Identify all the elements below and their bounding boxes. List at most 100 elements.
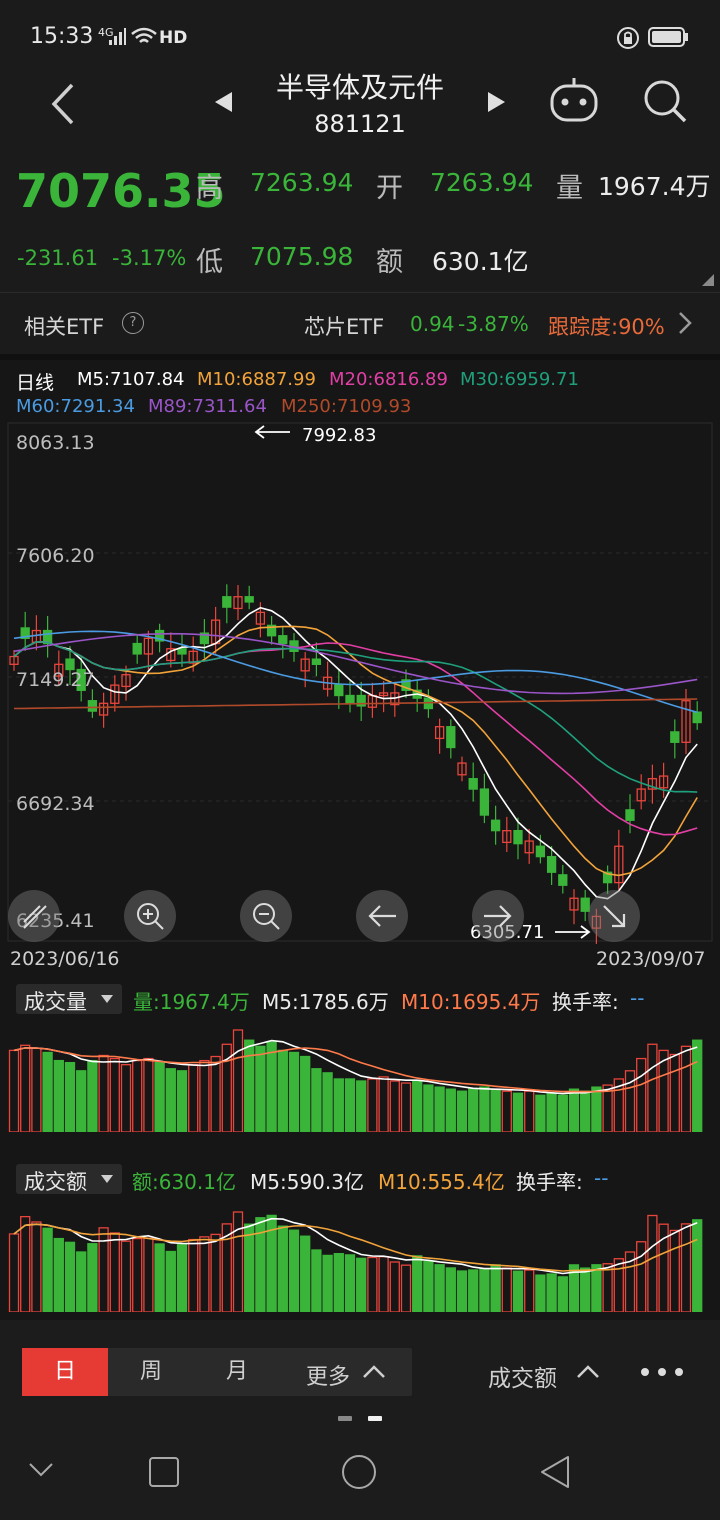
volume-bar [344,1254,356,1312]
volume-bar [120,1064,132,1132]
hd-badge: HD [159,28,188,48]
volume-bar [154,1243,165,1312]
scroll-right-button[interactable] [472,890,524,942]
volume-bar [501,1267,512,1312]
candle-body [334,684,344,697]
volume-selector[interactable]: 成交量 [16,984,122,1014]
tab-day[interactable]: 日 [22,1348,108,1396]
candle-body [490,819,501,832]
candle-body [535,845,546,858]
zoom-in-icon [137,903,164,930]
y-label-3: 7149.27 [16,669,95,691]
y-label-4: 6692.34 [16,793,95,815]
indicator-selector[interactable]: 成交额 [480,1348,610,1396]
volume-bar [580,1267,591,1312]
volume-bar [311,1249,322,1312]
volume-bar [277,1225,288,1312]
nav-back-icon[interactable] [538,1454,572,1490]
nav-recents-icon[interactable] [148,1456,180,1488]
search-icon[interactable] [642,78,688,124]
battery-icon [648,27,688,47]
wifi-icon [131,27,157,43]
nav-hide-icon[interactable] [28,1460,54,1480]
page-title: 半导体及元件 [275,71,444,104]
zoom-out-button[interactable] [240,890,292,942]
prev-stock-icon[interactable] [212,90,234,114]
volume-bar [669,1229,680,1312]
volume-bar [232,1029,244,1132]
tab-week[interactable]: 周 [108,1348,194,1396]
y-label-2: 7606.20 [16,545,95,567]
chevron-up-icon [577,1365,599,1378]
volume-value: 1967.4万 [598,172,711,201]
chevron-right-icon[interactable] [678,311,692,335]
volume-bar [389,1261,400,1312]
ma-line [13,625,698,877]
volume-bar [669,1053,680,1132]
collapse-button[interactable] [8,890,60,942]
scroll-left-button[interactable] [356,890,408,942]
volume-bar [20,1044,31,1132]
volume-bar [53,1237,64,1312]
volume-bar [199,1059,210,1132]
volume-bar [434,1086,445,1132]
candle-body [546,855,557,873]
volume-bar [692,1039,703,1132]
candle-body [558,874,568,886]
open-label: 开 [376,173,403,204]
info-icon[interactable]: ? [122,312,144,334]
related-etf-row[interactable]: 相关ETF ? 芯片ETF 0.94 -3.87% 跟踪度:90% [0,292,720,355]
volume-bar [210,1055,221,1132]
volume-bar [8,1233,20,1312]
volume-bar [244,1039,255,1132]
quote-panel: 7076.35 高 7263.94 开 7263.94 量 1967.4万 -2… [0,150,720,292]
candle-body [132,642,142,655]
volume-turnover-value: -- [630,986,645,1010]
volume-bar [109,1057,120,1132]
volume-bar-chart [8,1029,703,1132]
volume-bar [333,1253,344,1312]
expand-corner-icon[interactable] [702,274,714,286]
low-label: 低 [196,247,223,278]
volume-bar [132,1059,143,1132]
caret-down-icon [101,1175,113,1183]
volume-bar [20,1215,31,1312]
volume-bar [490,1088,501,1132]
volume-bar [266,1041,277,1132]
volume-bar [613,1258,624,1312]
more-options-icon[interactable] [638,1364,686,1380]
volume-bar [244,1223,255,1312]
related-etf-label: 相关ETF [24,315,105,339]
candlestick-chart[interactable] [0,420,720,950]
amount-selector-label: 成交额 [24,1170,87,1194]
etf-change: -3.87% [458,312,529,336]
volume-ma-line [13,1039,698,1095]
etf-name[interactable]: 芯片ETF [304,311,384,341]
candle-body [345,694,355,704]
price-change: -231.61 [17,246,99,270]
volume-bar [535,1094,546,1132]
back-arrow-icon[interactable] [48,82,78,126]
volume-bar [456,1270,468,1312]
volume-bar [557,1276,568,1312]
nav-home-icon[interactable] [340,1453,378,1491]
candle-body [446,726,456,749]
volume-bar [188,1238,199,1312]
volume-bar [288,1229,300,1312]
volume-bar [568,1088,580,1132]
candle-body [468,778,478,790]
robot-assistant-icon[interactable] [548,76,600,124]
high-label: 高 [196,173,223,204]
min-arrow-icon [555,925,591,939]
amount-selector[interactable]: 成交额 [16,1164,122,1194]
volume-bar [132,1237,143,1312]
volume-bar [602,1263,613,1312]
next-stock-icon[interactable] [486,90,508,114]
volume-bar [524,1269,535,1312]
zoom-in-button[interactable] [124,890,176,942]
reset-button[interactable] [588,890,640,942]
tab-month[interactable]: 月 [194,1348,280,1396]
tab-more[interactable]: 更多 [280,1348,412,1396]
page-indicator-dot-active [368,1416,382,1421]
volume-bar [333,1078,344,1132]
